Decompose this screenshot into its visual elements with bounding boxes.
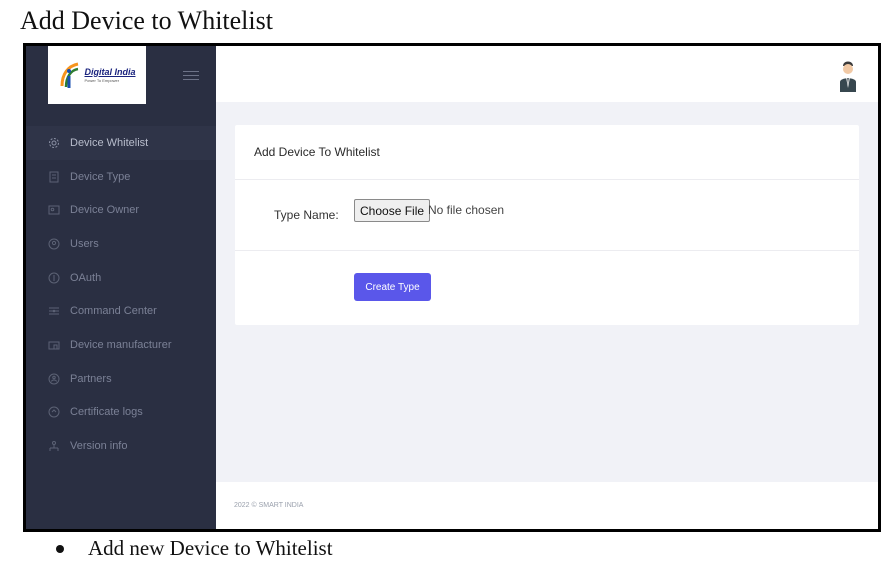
sidebar-item-command-center[interactable]: Command Center bbox=[26, 294, 216, 328]
type-name-row: Type Name: Choose File No file chosen bbox=[235, 180, 859, 251]
gear-icon bbox=[48, 137, 60, 149]
file-status-text: No file chosen bbox=[428, 203, 505, 217]
sidebar-item-device-whitelist[interactable]: Device Whitelist bbox=[26, 126, 216, 160]
sidebar-item-label: Device Type bbox=[70, 170, 131, 183]
certificate-icon bbox=[48, 406, 60, 418]
sidebar-item-label: Device Owner bbox=[70, 204, 140, 217]
choose-file-button[interactable]: Choose File bbox=[354, 199, 431, 222]
sidebar-item-label: Device Whitelist bbox=[70, 136, 149, 149]
sidebar-item-label: Users bbox=[70, 237, 99, 250]
user-avatar-icon[interactable] bbox=[838, 58, 858, 92]
app-window: Digital India Power To Empower Device Wh… bbox=[23, 43, 881, 532]
brand-name: Digital India bbox=[84, 66, 136, 77]
sidebar-item-device-manufacturer[interactable]: Device manufacturer bbox=[26, 328, 216, 362]
footer: 2022 © SMART INDIA bbox=[216, 482, 878, 529]
user-icon bbox=[48, 238, 60, 250]
command-icon bbox=[48, 305, 60, 317]
sidebar-item-label: Device manufacturer bbox=[70, 338, 172, 351]
sidebar-item-oauth[interactable]: OAuth bbox=[26, 261, 216, 295]
create-type-button[interactable]: Create Type bbox=[354, 273, 431, 301]
digital-india-logo-icon bbox=[60, 62, 79, 88]
sidebar-item-device-type[interactable]: Device Type bbox=[26, 160, 216, 194]
bullet-item: Add new Device to Whitelist bbox=[56, 536, 333, 561]
add-device-card: Add Device To Whitelist Type Name: Choos… bbox=[235, 125, 859, 325]
bullet-dot-icon bbox=[56, 544, 64, 553]
sidebar-item-label: Version info bbox=[70, 440, 128, 453]
document-title: Add Device to Whitelist bbox=[20, 6, 273, 35]
footer-copyright: 2022 © SMART INDIA bbox=[234, 502, 304, 509]
brand-tagline: Power To Empower bbox=[84, 77, 120, 83]
card-title: Add Device To Whitelist bbox=[235, 125, 859, 180]
info-icon bbox=[48, 440, 60, 452]
sidebar-item-label: Partners bbox=[70, 372, 112, 385]
brand-logo[interactable]: Digital India Power To Empower bbox=[48, 46, 146, 104]
partner-icon bbox=[48, 373, 60, 385]
bullet-text: Add new Device to Whitelist bbox=[88, 536, 333, 560]
menu-toggle-icon[interactable] bbox=[183, 68, 199, 83]
sidebar-item-partners[interactable]: Partners bbox=[26, 362, 216, 396]
factory-icon bbox=[48, 339, 60, 351]
key-icon bbox=[48, 272, 60, 284]
sidebar-item-users[interactable]: Users bbox=[26, 227, 216, 261]
top-bar bbox=[216, 46, 878, 102]
type-name-label: Type Name: bbox=[274, 208, 339, 222]
sidebar-item-label: Certificate logs bbox=[70, 406, 143, 419]
id-card-icon bbox=[48, 204, 60, 216]
document-icon bbox=[48, 171, 60, 183]
sidebar-item-label: OAuth bbox=[70, 271, 102, 284]
sidebar-nav: Device Whitelist Device Type Device Owne… bbox=[26, 126, 216, 463]
sidebar-item-label: Command Center bbox=[70, 305, 157, 318]
sidebar-item-certificate-logs[interactable]: Certificate logs bbox=[26, 396, 216, 430]
sidebar-item-device-owner[interactable]: Device Owner bbox=[26, 193, 216, 227]
sidebar-item-version-info[interactable]: Version info bbox=[26, 429, 216, 463]
sidebar: Digital India Power To Empower Device Wh… bbox=[26, 46, 216, 529]
